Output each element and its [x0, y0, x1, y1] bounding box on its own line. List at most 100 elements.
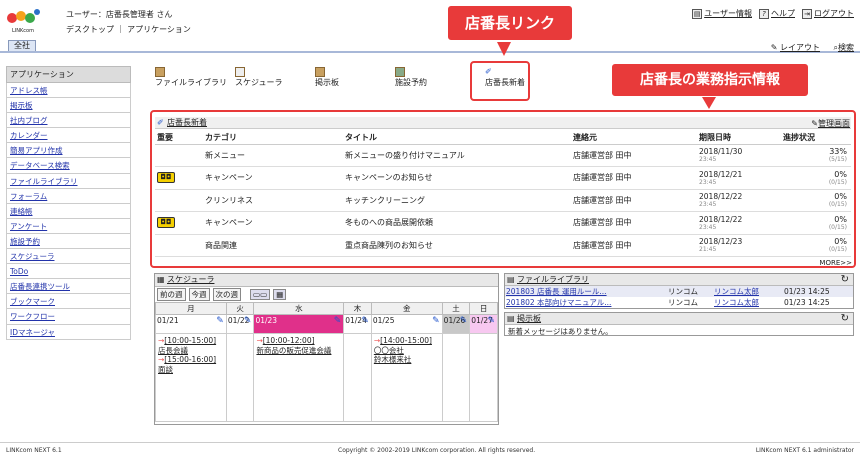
date-cell[interactable]: 01/26 ✎ — [441, 314, 471, 334]
progress-cell: 0% (0/15) — [781, 189, 851, 212]
sidebar-item[interactable]: カレンダー — [10, 131, 48, 140]
col-title: タイトル — [343, 131, 571, 145]
sidebar-item[interactable]: 社内ブログ — [10, 116, 48, 125]
file-owner[interactable]: リンコム太郎 — [714, 286, 784, 297]
file-library-title[interactable]: ファイルライブラリ — [517, 275, 589, 284]
sidebar-item[interactable]: 店番長連携ツール — [10, 282, 70, 291]
category-cell: クリンリネス — [203, 189, 343, 212]
event-time[interactable]: [10:00-15:00] — [164, 336, 216, 345]
event-link[interactable]: 鈴木様来社 — [374, 355, 412, 364]
sidebar-item[interactable]: 簡易アプリ作成 — [10, 146, 63, 155]
event-link[interactable]: 面談 — [158, 365, 173, 374]
app-file-library[interactable]: ファイルライブラリ — [155, 67, 235, 88]
bbs-title[interactable]: 掲示板 — [517, 314, 541, 323]
file-name[interactable]: 201802 本部向けマニュアル... — [506, 297, 668, 308]
sidebar-item[interactable]: 掲示板 — [10, 101, 33, 110]
add-event-icon[interactable]: ✎ — [460, 316, 468, 326]
file-name[interactable]: 201803 店番長 運用ルール... — [506, 286, 668, 297]
table-row[interactable]: クリンリネス キッチンクリーニング 店舗運営部 田中 2018/12/22 23:45 0… — [155, 189, 851, 212]
sidebar-item[interactable]: 連絡帳 — [10, 207, 33, 216]
app-bbs[interactable]: 掲示板 — [315, 67, 395, 88]
admin-link[interactable]: ✎管理画面 — [811, 118, 850, 129]
app-facility[interactable]: 施設予約 — [395, 67, 475, 88]
file-owner[interactable]: リンコム太郎 — [714, 297, 784, 308]
col-importance: 重要 — [155, 131, 203, 145]
user-info-link[interactable]: ユーザー情報 — [704, 8, 752, 19]
search-label[interactable]: 検索 — [838, 43, 854, 52]
title-cell[interactable]: 冬ものへの商品展開依頼 — [343, 211, 571, 235]
sidebar-item[interactable]: ブックマーク — [10, 297, 55, 306]
sidebar-item[interactable]: アドレス帳 — [10, 86, 48, 95]
add-event-icon[interactable]: ✎ — [244, 316, 252, 326]
title-cell[interactable]: キャンペーンのお知らせ — [343, 166, 571, 190]
callout-tenbancho-link: 店番長リンク — [446, 4, 574, 42]
date-cell[interactable]: 01/24 ✎ — [343, 314, 372, 334]
add-event-icon[interactable]: ✎ — [216, 316, 224, 326]
title-cell[interactable]: キッチンクリーニング — [343, 189, 571, 212]
date-cell[interactable]: 01/22 ✎ — [225, 314, 255, 334]
month-view-icon[interactable]: ▦ — [273, 289, 287, 300]
title-cell[interactable]: 重点商品陳列のお知らせ — [343, 234, 571, 257]
search-link[interactable]: ⌕検索 — [834, 42, 854, 53]
this-week-button[interactable]: 今週 — [188, 288, 210, 301]
sidebar-item[interactable]: ワークフロー — [10, 312, 55, 321]
table-row[interactable]: 商品関連 重点商品陳列のお知らせ 店舗運営部 田中 2018/12/23 21:45 0%… — [155, 234, 851, 257]
event-link[interactable]: 新商品の販売促進会議 — [256, 346, 331, 355]
refresh-icon[interactable]: ↻ — [841, 313, 849, 324]
prev-week-button[interactable]: 前の週 — [157, 288, 186, 301]
day-header: 月 — [155, 302, 227, 315]
list-item[interactable]: 201803 店番長 運用ルール... リンコム リンコム太郎 01/23 14:25 — [505, 286, 853, 297]
date-cell[interactable]: 01/25 ✎ — [370, 314, 443, 334]
layout-link[interactable]: ✎ レイアウト — [771, 42, 820, 53]
from-cell: 店舗運営部 田中 — [571, 144, 697, 167]
sidebar-item[interactable]: IDマネージャ — [10, 328, 55, 337]
logout-link[interactable]: ログアウト — [814, 8, 854, 19]
list-item[interactable]: 201802 本部向けマニュアル... リンコム リンコム太郎 01/23 14:25 — [505, 297, 853, 308]
nav-application[interactable]: アプリケーション — [127, 25, 191, 34]
event-time[interactable]: [14:00-15:00] — [380, 336, 432, 345]
date-cell[interactable]: 01/21 ✎ — [155, 314, 227, 334]
more-link[interactable]: MORE>> — [819, 259, 852, 267]
event-time[interactable]: [10:00-12:00] — [263, 336, 315, 345]
task-panel-title[interactable]: 店番長新着 — [167, 118, 207, 127]
date-cell[interactable]: 01/27 ✎ — [469, 314, 498, 334]
sidebar-item[interactable]: ToDo — [10, 267, 28, 276]
sidebar-item[interactable]: フォーラム — [10, 192, 47, 201]
admin-icon: ✎ — [811, 119, 818, 128]
top-links: ▤ ユーザー情報 ? ヘルプ ⇥ ログアウト — [692, 8, 854, 19]
nav-desktop[interactable]: デスクトップ — [66, 25, 114, 34]
admin-label[interactable]: 管理画面 — [818, 119, 850, 128]
event-time[interactable]: [15:00-16:00] — [164, 355, 216, 364]
add-event-icon[interactable]: ✎ — [487, 316, 495, 326]
file-library-panel: ▤ ファイルライブラリ ↻ 201803 店番長 運用ルール... リンコム リンコム太… — [504, 273, 854, 309]
table-row[interactable]: ◘◘ キャンペーン キャンペーンのお知らせ 店舗運営部 田中 2018/12/21 23:… — [155, 166, 851, 190]
title-cell[interactable]: 新メニューの盛り付けマニュアル — [343, 144, 571, 167]
event-link[interactable]: 店長会議 — [158, 346, 188, 355]
add-event-icon[interactable]: ✎ — [361, 316, 369, 326]
table-row[interactable]: 新メニュー 新メニューの盛り付けマニュアル 店舗運営部 田中 2018/11/30 23… — [155, 144, 851, 167]
deadline-cell: 2018/12/22 23:45 — [697, 211, 781, 235]
help-link[interactable]: ヘルプ — [771, 8, 795, 19]
table-row[interactable]: ◘◘ キャンペーン 冬ものへの商品展開依頼 店舗運営部 田中 2018/12/22 23:… — [155, 211, 851, 235]
category-cell: 新メニュー — [203, 144, 343, 167]
next-week-button[interactable]: 次の週 — [212, 288, 241, 301]
refresh-icon[interactable]: ↻ — [841, 274, 849, 285]
add-event-icon[interactable]: ✎ — [432, 316, 440, 326]
date-cell-today[interactable]: 01/23 ✎ — [253, 314, 345, 334]
sidebar-item[interactable]: ファイルライブラリ — [10, 177, 78, 186]
bbs-header: ▤ 掲示板 ↻ — [505, 313, 853, 325]
app-scheduler[interactable]: スケジューラ — [235, 67, 315, 88]
add-event-icon[interactable]: ✎ — [334, 316, 342, 326]
week-view-icon[interactable]: ▭▭ — [250, 289, 271, 300]
scheduler-title[interactable]: スケジューラ — [167, 275, 214, 284]
sidebar-item[interactable]: データベース検索 — [10, 161, 70, 170]
sidebar-item[interactable]: スケジューラ — [10, 252, 54, 261]
calendar-icon — [235, 67, 245, 77]
layout-label[interactable]: レイアウト — [780, 43, 820, 52]
sidebar-item[interactable]: アンケート — [10, 222, 47, 231]
callout-tail — [497, 42, 511, 56]
task-panel-header: ✐ 店番長新着 — [155, 117, 851, 129]
sidebar-item[interactable]: 施設予約 — [10, 237, 40, 246]
event-link[interactable]: 〇〇会社 — [374, 346, 404, 355]
linkcom-logo: LINKcom — [4, 6, 42, 34]
